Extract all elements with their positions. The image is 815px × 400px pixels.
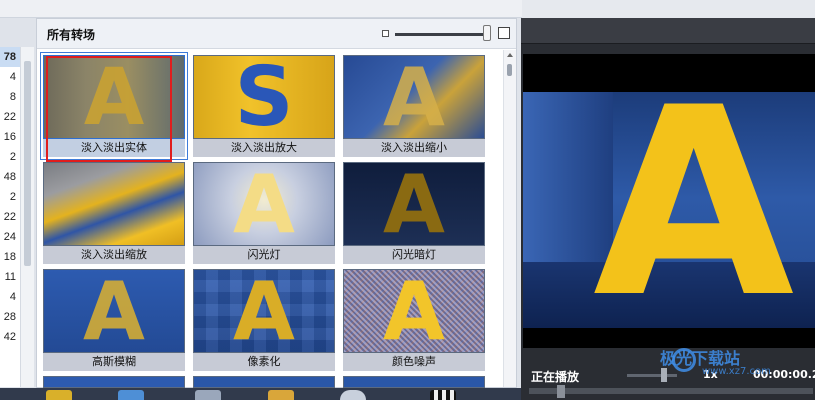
thumbnail-letter: A: [383, 269, 445, 353]
preview-panel: A 正在播放 1x 00:00:00.22: [521, 18, 815, 400]
playback-progress-thumb[interactable]: [557, 385, 565, 398]
thumbnail-size-slider[interactable]: [395, 33, 491, 36]
scroll-up-icon[interactable]: [507, 53, 513, 57]
highlight-box: [46, 56, 172, 162]
thumbnail-letter: A: [233, 162, 295, 246]
list-item-number[interactable]: 78: [0, 47, 20, 67]
film-icon[interactable]: [118, 390, 144, 400]
playback-status: 正在播放: [531, 370, 580, 384]
transition-label: 淡入淡出缩放: [43, 246, 185, 264]
zoom-in-icon[interactable]: [498, 27, 510, 39]
transition-tile[interactable]: A 颜色噪声: [343, 269, 485, 373]
clapper-icon[interactable]: [430, 390, 456, 400]
thumbnail-letter: A: [233, 269, 295, 353]
speed-slider[interactable]: [627, 374, 677, 377]
transition-thumbnail[interactable]: A: [43, 269, 185, 353]
transition-label: 颜色噪声: [343, 353, 485, 371]
thumbnail-letter: A: [83, 269, 145, 353]
transition-label: 淡入淡出缩小: [343, 139, 485, 157]
transition-label: 像素化: [193, 353, 335, 371]
transition-thumbnail[interactable]: A: [193, 162, 335, 246]
image-icon[interactable]: [195, 390, 221, 400]
panel-title: 所有转场: [47, 28, 96, 42]
list-item-number[interactable]: 2: [0, 187, 20, 207]
thumbnail-letter: A: [383, 55, 445, 139]
thumbnail-letter: S: [234, 55, 294, 139]
transition-tile[interactable]: A 闪光暗灯: [343, 162, 485, 266]
watermark-url: www.xz7.com: [702, 366, 771, 377]
list-item-number[interactable]: 22: [0, 107, 20, 127]
thumbnail-letter: A: [383, 162, 445, 246]
transition-thumbnail[interactable]: A: [193, 269, 335, 353]
list-item-number[interactable]: 28: [0, 307, 20, 327]
transition-tile[interactable]: [43, 376, 185, 388]
preview-letter: A: [593, 92, 795, 328]
zoom-out-icon[interactable]: [382, 30, 389, 37]
thumbnail-size-slider-thumb[interactable]: [483, 25, 491, 41]
preview-header: [521, 18, 815, 44]
transition-thumbnail[interactable]: [343, 376, 485, 388]
transition-tile[interactable]: 淡入淡出缩放: [43, 162, 185, 266]
transitions-scrollbar[interactable]: [503, 50, 516, 387]
transition-tile[interactable]: [343, 376, 485, 388]
transition-thumbnail[interactable]: A: [343, 269, 485, 353]
transition-tile[interactable]: [193, 376, 335, 388]
left-scrollbar[interactable]: [20, 47, 34, 387]
transition-label: 高斯模糊: [43, 353, 185, 371]
speed-slider-thumb[interactable]: [661, 368, 667, 382]
transition-label: 闪光灯: [193, 246, 335, 264]
folder-icon[interactable]: [46, 390, 72, 400]
playback-progress[interactable]: [529, 388, 813, 394]
person-icon[interactable]: [268, 390, 294, 400]
transition-tile[interactable]: S 淡入淡出放大: [193, 55, 335, 159]
panel-header: 所有转场: [37, 19, 516, 49]
transition-thumbnail[interactable]: S: [193, 55, 335, 139]
globe-icon[interactable]: [340, 390, 366, 400]
list-item-number[interactable]: 11: [0, 267, 20, 287]
list-item-number[interactable]: 48: [0, 167, 20, 187]
transition-thumbnail[interactable]: [193, 376, 335, 388]
transition-tile[interactable]: A 像素化: [193, 269, 335, 373]
preview-screen: A: [523, 54, 815, 348]
top-strip-right: [522, 0, 815, 18]
transitions-scrollbar-thumb[interactable]: [507, 64, 512, 76]
list-item-number[interactable]: 22: [0, 207, 20, 227]
thumbnail-letter: [44, 163, 184, 245]
list-item-number[interactable]: 16: [0, 127, 20, 147]
list-item-number[interactable]: 2: [0, 147, 20, 167]
preview-scene: A: [523, 92, 815, 328]
transition-tile[interactable]: A 高斯模糊: [43, 269, 185, 373]
transition-tile[interactable]: A 闪光灯: [193, 162, 335, 266]
transition-label: 闪光暗灯: [343, 246, 485, 264]
list-item-number[interactable]: 8: [0, 87, 20, 107]
list-item-number[interactable]: 4: [0, 67, 20, 87]
transition-label: 淡入淡出放大: [193, 139, 335, 157]
transition-tile[interactable]: A 淡入淡出缩小: [343, 55, 485, 159]
transition-thumbnail[interactable]: [43, 162, 185, 246]
transition-thumbnail[interactable]: [43, 376, 185, 388]
transition-thumbnail[interactable]: A: [343, 55, 485, 139]
transition-thumbnail[interactable]: A: [343, 162, 485, 246]
list-item-number[interactable]: 18: [0, 247, 20, 267]
left-scrollbar-thumb[interactable]: [24, 61, 31, 266]
left-number-column: 78 4 8 22 16 2 48 2 22 24 18 11 4 28 42: [0, 47, 20, 387]
list-item-number[interactable]: 42: [0, 327, 20, 347]
list-item-number[interactable]: 24: [0, 227, 20, 247]
list-item-number[interactable]: 4: [0, 287, 20, 307]
